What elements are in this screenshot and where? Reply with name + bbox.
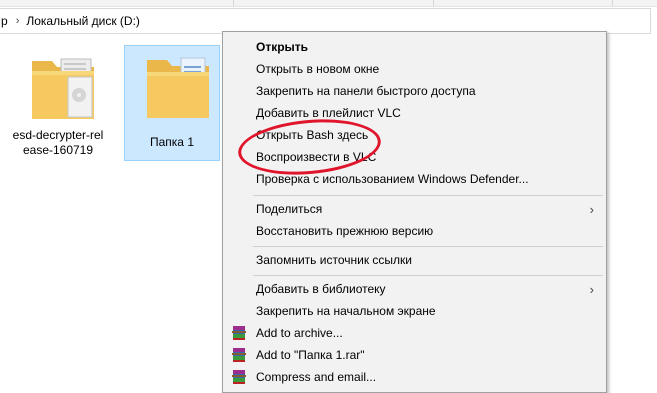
menu-item-pin-quick-access[interactable]: Закрепить на панели быстрого доступа xyxy=(223,80,606,102)
column-divider xyxy=(612,0,613,6)
menu-separator xyxy=(253,275,603,276)
file-name: ease-160719 xyxy=(22,143,94,157)
menu-item-label: Восстановить прежнюю версию xyxy=(256,224,434,238)
winrar-icon xyxy=(232,370,246,384)
breadcrumb-local-disk[interactable]: Локальный диск (D:) xyxy=(26,14,140,28)
winrar-icon xyxy=(232,326,246,340)
menu-item-add-to-archive[interactable]: Add to archive... xyxy=(223,322,606,344)
menu-item-add-to-rar[interactable]: Add to "Папка 1.rar" xyxy=(223,344,606,366)
menu-item-label: Открыть xyxy=(256,40,309,54)
menu-item-label: Add to archive... xyxy=(256,326,343,340)
menu-item-open-new-window[interactable]: Открыть в новом окне xyxy=(223,58,606,80)
menu-item-compress-email[interactable]: Compress and email... xyxy=(223,366,606,388)
menu-item-restore-previous[interactable]: Восстановить прежнюю версию xyxy=(223,220,606,242)
menu-item-label: Закрепить на панели быстрого доступа xyxy=(256,84,476,98)
chevron-right-icon: › xyxy=(589,281,594,297)
chevron-right-icon[interactable]: › xyxy=(16,15,20,27)
menu-item-remember-link-source[interactable]: Запомнить источник ссылки xyxy=(223,249,606,271)
file-name: esd-decrypter-rel xyxy=(12,128,104,142)
column-divider xyxy=(433,0,434,6)
chevron-right-icon: › xyxy=(589,201,594,217)
column-divider xyxy=(233,0,234,6)
menu-separator xyxy=(253,195,603,196)
menu-item-label: Поделиться xyxy=(256,202,323,216)
menu-item-share[interactable]: Поделиться › xyxy=(223,198,606,220)
menu-item-label: Добавить в плейлист VLC xyxy=(256,106,401,120)
breadcrumb-fragment[interactable]: р xyxy=(1,14,8,28)
menu-item-label: Добавить в библиотеку xyxy=(256,282,386,296)
menu-item-add-vlc-playlist[interactable]: Добавить в плейлист VLC xyxy=(223,102,606,124)
folder-icon xyxy=(32,58,94,119)
file-item-esd-decrypter[interactable]: esd-decrypter-rel ease-160719 xyxy=(10,45,106,161)
menu-item-label: Compress and email... xyxy=(256,370,377,384)
context-menu: Открыть Открыть в новом окне Закрепить н… xyxy=(222,31,607,393)
winrar-icon xyxy=(232,348,246,362)
menu-item-label: Add to "Папка 1.rar" xyxy=(256,348,365,362)
menu-item-add-to-library[interactable]: Добавить в библиотеку › xyxy=(223,278,606,300)
menu-separator xyxy=(253,246,603,247)
menu-item-label: Запомнить источник ссылки xyxy=(256,253,412,267)
file-name: Папка 1 xyxy=(150,135,194,149)
menu-item-open[interactable]: Открыть xyxy=(223,36,606,58)
menu-item-label: Открыть в новом окне xyxy=(256,62,380,76)
menu-item-pin-start[interactable]: Закрепить на начальном экране xyxy=(223,300,606,322)
toolbar-strip xyxy=(0,0,657,7)
file-item-papka-1[interactable]: Папка 1 xyxy=(124,45,220,161)
menu-item-label: Закрепить на начальном экране xyxy=(256,304,436,318)
folder-icon xyxy=(147,57,209,118)
